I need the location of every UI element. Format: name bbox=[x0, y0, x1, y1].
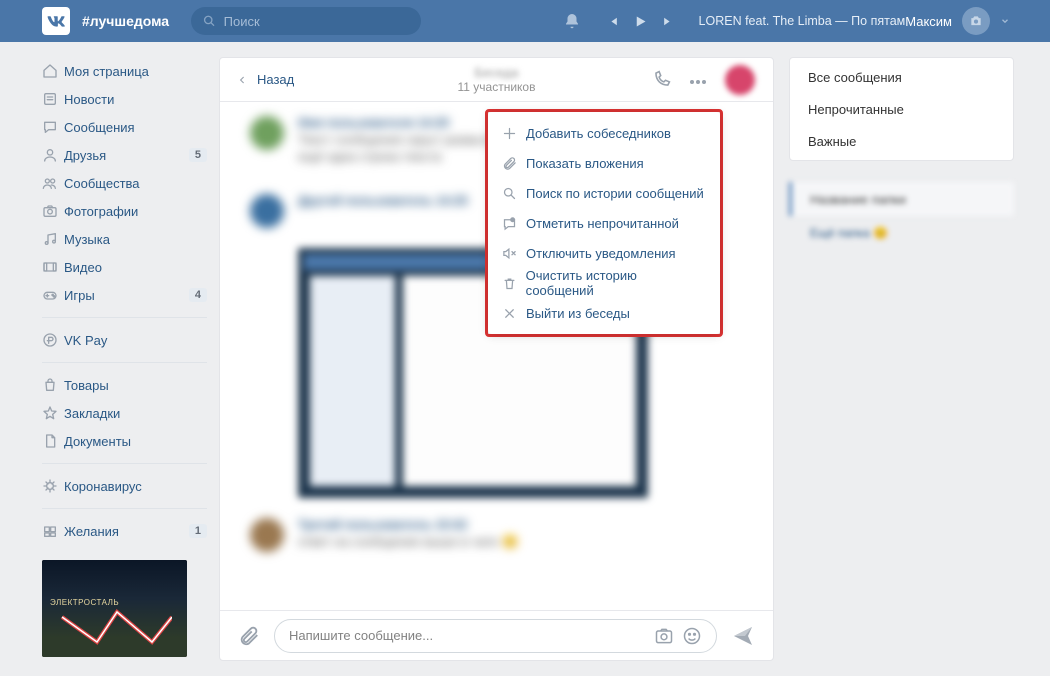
compose-input-wrap bbox=[274, 619, 717, 653]
play-icon[interactable] bbox=[633, 14, 648, 29]
mute-icon bbox=[502, 246, 526, 261]
nav-news[interactable]: Новости bbox=[42, 85, 207, 113]
menu-plus[interactable]: Добавить собеседников bbox=[488, 118, 720, 148]
plus-icon bbox=[502, 126, 526, 141]
chevron-left-icon bbox=[238, 73, 247, 87]
game-icon bbox=[42, 287, 64, 303]
sidebar: Моя страницаНовостиСообщенияДрузья5Сообщ… bbox=[42, 57, 207, 661]
folder-item[interactable]: Ещё папка 😊 bbox=[789, 216, 1014, 250]
nav-virus[interactable]: Коронавирус bbox=[42, 472, 207, 500]
music-controls: LOREN feat. The Limba — По пятам bbox=[606, 14, 906, 29]
filter-item[interactable]: Непрочитанные bbox=[790, 93, 1013, 125]
call-icon[interactable] bbox=[652, 70, 671, 89]
user-menu[interactable]: Максим bbox=[905, 7, 1010, 35]
camera-icon bbox=[42, 203, 64, 219]
send-icon[interactable] bbox=[731, 624, 755, 648]
badge: 1 bbox=[189, 524, 207, 538]
notifications-icon[interactable] bbox=[563, 12, 581, 31]
next-track-icon[interactable] bbox=[662, 15, 675, 28]
nav-home[interactable]: Моя страница bbox=[42, 57, 207, 85]
nav-users[interactable]: Сообщества bbox=[42, 169, 207, 197]
attach-icon[interactable] bbox=[238, 625, 260, 647]
chat-header: Назад Беседа 11 участников bbox=[220, 58, 773, 102]
user-name: Максим bbox=[905, 14, 952, 29]
chat-avatar[interactable] bbox=[725, 65, 755, 95]
prev-track-icon[interactable] bbox=[606, 15, 619, 28]
leave-icon bbox=[502, 306, 526, 321]
folder-list: Название папки Ещё папка 😊 bbox=[789, 176, 1014, 256]
nav-doc[interactable]: Документы bbox=[42, 427, 207, 455]
doc-icon bbox=[42, 433, 64, 449]
filter-item[interactable]: Все сообщения bbox=[790, 61, 1013, 93]
nav-camera[interactable]: Фотографии bbox=[42, 197, 207, 225]
nav-chat[interactable]: Сообщения bbox=[42, 113, 207, 141]
search-input[interactable] bbox=[224, 14, 409, 29]
chat-icon bbox=[42, 119, 64, 135]
bag-icon bbox=[42, 377, 64, 393]
nav-pay[interactable]: VK Pay bbox=[42, 326, 207, 354]
more-icon[interactable] bbox=[689, 72, 707, 87]
filter-box: Все сообщенияНепрочитанныеВажные bbox=[789, 57, 1014, 161]
nav-user[interactable]: Друзья5 bbox=[42, 141, 207, 169]
emoji-icon[interactable] bbox=[682, 626, 702, 646]
music-icon bbox=[42, 231, 64, 247]
chat-title[interactable]: Беседа 11 участников bbox=[458, 65, 536, 94]
pay-icon bbox=[42, 332, 64, 348]
menu-search[interactable]: Поиск по истории сообщений bbox=[488, 178, 720, 208]
photo-icon[interactable] bbox=[654, 626, 674, 646]
chat-actions-highlight: Добавить собеседниковПоказать вложенияПо… bbox=[485, 109, 723, 337]
menu-attach[interactable]: Показать вложения bbox=[488, 148, 720, 178]
nav-game[interactable]: Игры4 bbox=[42, 281, 207, 309]
chevron-down-icon bbox=[1000, 16, 1010, 26]
unread-icon bbox=[502, 216, 526, 231]
search-icon bbox=[502, 186, 526, 201]
now-playing[interactable]: LOREN feat. The Limba — По пятам bbox=[699, 14, 906, 28]
avatar bbox=[962, 7, 990, 35]
users-icon bbox=[42, 175, 64, 191]
video-icon bbox=[42, 259, 64, 275]
menu-trash[interactable]: Очистить историю сообщений bbox=[488, 268, 720, 298]
back-button[interactable]: Назад bbox=[238, 72, 294, 87]
vk-logo[interactable] bbox=[42, 7, 70, 35]
camera-icon bbox=[969, 14, 983, 28]
gift-icon bbox=[42, 523, 64, 539]
menu-mute[interactable]: Отключить уведомления bbox=[488, 238, 720, 268]
chat-panel: Назад Беседа 11 участников Имя пользоват… bbox=[219, 57, 774, 661]
nav-star[interactable]: Закладки bbox=[42, 399, 207, 427]
right-column: Все сообщенияНепрочитанныеВажные Названи… bbox=[789, 57, 1014, 661]
hashtag[interactable]: #лучшедома bbox=[82, 13, 169, 29]
search-box[interactable] bbox=[191, 7, 421, 35]
badge: 5 bbox=[189, 148, 207, 162]
attach-icon bbox=[502, 156, 526, 171]
user-icon bbox=[42, 147, 64, 163]
home-icon bbox=[42, 63, 64, 79]
top-bar: #лучшедома LOREN feat. The Limba — По пя… bbox=[0, 0, 1050, 42]
menu-unread[interactable]: Отметить непрочитанной bbox=[488, 208, 720, 238]
nav-music[interactable]: Музыка bbox=[42, 225, 207, 253]
trash-icon bbox=[502, 276, 526, 291]
folder-item[interactable]: Название папки bbox=[789, 182, 1014, 216]
badge: 4 bbox=[189, 288, 207, 302]
compose-bar bbox=[220, 610, 773, 660]
nav-bag[interactable]: Товары bbox=[42, 371, 207, 399]
news-icon bbox=[42, 91, 64, 107]
nav-video[interactable]: Видео bbox=[42, 253, 207, 281]
ad-banner[interactable]: ЭЛЕКТРОСТАЛЬ bbox=[42, 560, 187, 657]
chat-actions-menu: Добавить собеседниковПоказать вложенияПо… bbox=[488, 112, 720, 334]
virus-icon bbox=[42, 478, 64, 494]
filter-item[interactable]: Важные bbox=[790, 125, 1013, 157]
message-input[interactable] bbox=[289, 628, 646, 643]
search-icon bbox=[203, 14, 216, 28]
menu-leave[interactable]: Выйти из беседы bbox=[488, 298, 720, 328]
star-icon bbox=[42, 405, 64, 421]
nav-gift[interactable]: Желания1 bbox=[42, 517, 207, 545]
